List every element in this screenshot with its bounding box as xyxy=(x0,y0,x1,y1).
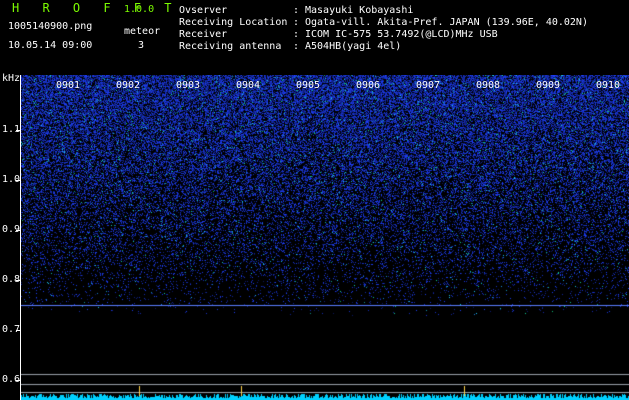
location-value: Ogata-vill. Akita-Pref. JAPAN (139.96E, … xyxy=(305,17,588,28)
y-tick-mark xyxy=(16,130,21,131)
meteor-label: meteor xyxy=(124,26,161,37)
x-tick-label: 0907 xyxy=(416,80,441,91)
app-version: 1.0.0 xyxy=(124,4,155,15)
capture-datetime: 10.05.14 09:00 xyxy=(8,40,93,51)
antenna-value: A504HB(yagi 4el) xyxy=(305,41,402,52)
receiver-value: ICOM IC-575 53.7492(@LCD)MHz USB xyxy=(305,29,498,40)
x-tick-label: 0906 xyxy=(356,80,381,91)
spectrogram-canvas xyxy=(21,75,629,400)
x-tick-label: 0904 xyxy=(236,80,261,91)
y-tick-mark xyxy=(16,180,21,181)
antenna-sep: : xyxy=(293,41,300,52)
x-tick-label: 0910 xyxy=(596,80,621,91)
x-tick-label: 0908 xyxy=(476,80,501,91)
x-tick-label: 0909 xyxy=(536,80,561,91)
receiver-label: Receiver xyxy=(179,29,228,40)
file-name: 1005140900.png xyxy=(8,21,93,32)
x-tick-label: 0905 xyxy=(296,80,321,91)
x-tick-label: 0903 xyxy=(176,80,201,91)
y-axis-unit: kHz xyxy=(2,73,21,84)
observer-label: Ovserver xyxy=(179,5,228,16)
x-tick-label: 0901 xyxy=(56,80,81,91)
y-tick-mark xyxy=(16,230,21,231)
location-sep: : xyxy=(293,17,300,28)
location-label: Receiving Location xyxy=(179,17,288,28)
y-tick-mark xyxy=(16,380,21,381)
observer-sep: : xyxy=(293,5,300,16)
y-tick-mark xyxy=(16,330,21,331)
observer-value: Masayuki Kobayashi xyxy=(305,5,414,16)
y-axis-line xyxy=(20,75,21,400)
x-tick-label: 0902 xyxy=(116,80,141,91)
y-tick-mark xyxy=(16,280,21,281)
app-name: H R O F F T xyxy=(12,1,180,15)
meteor-count: 3 xyxy=(138,40,145,51)
receiver-sep: : xyxy=(293,29,300,40)
antenna-label: Receiving antenna xyxy=(179,41,282,52)
